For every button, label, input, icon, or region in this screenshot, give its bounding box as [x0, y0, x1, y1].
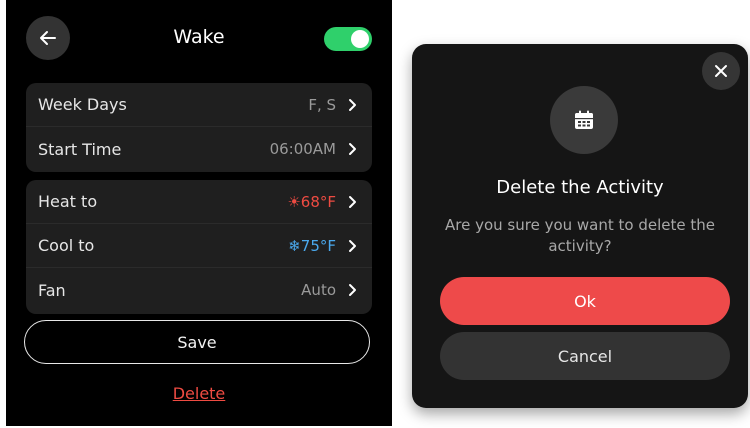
row-heat-to[interactable]: Heat to ☀68°F [26, 180, 372, 224]
delete-confirm-dialog: Delete the Activity Are you sure you wan… [412, 44, 748, 408]
cool-value: ❄75°F [288, 237, 336, 255]
row-label: Week Days [38, 95, 127, 114]
chevron-right-icon [348, 239, 358, 253]
chevron-right-icon [348, 98, 358, 112]
schedule-enabled-toggle[interactable] [324, 27, 372, 51]
calendar-icon [575, 110, 593, 129]
chevron-right-icon [348, 142, 358, 156]
close-icon [715, 65, 727, 77]
row-label: Heat to [38, 192, 98, 211]
toggle-knob [351, 30, 369, 48]
heat-temperature: 68°F [300, 192, 336, 211]
row-cool-to[interactable]: Cool to ❄75°F [26, 224, 372, 268]
delete-link[interactable]: Delete [6, 384, 392, 403]
row-label: Fan [38, 280, 66, 300]
heat-value: ☀68°F [287, 193, 336, 211]
row-value: 06:00AM [269, 140, 336, 158]
dialog-title: Delete the Activity [496, 177, 664, 198]
row-label: Start Time [38, 139, 122, 159]
climate-settings-group: Heat to ☀68°F Cool to ❄75°F Fan Auto [26, 180, 372, 314]
save-button[interactable]: Save [24, 320, 370, 364]
row-value: F, S [308, 95, 336, 114]
schedule-screen: Wake Week Days F, S Start Time 06:00AM H… [6, 0, 392, 426]
top-bar: Wake [6, 0, 392, 78]
close-button[interactable] [702, 52, 740, 90]
cancel-button[interactable]: Cancel [440, 332, 730, 380]
row-label: Cool to [38, 236, 95, 255]
sun-icon: ☀ [287, 192, 301, 211]
chevron-right-icon [348, 195, 358, 209]
calendar-badge [550, 86, 618, 154]
cool-temperature: 75°F [300, 236, 336, 255]
schedule-settings-group: Week Days F, S Start Time 06:00AM [26, 83, 372, 172]
ok-button[interactable]: Ok [440, 277, 730, 325]
row-fan[interactable]: Fan Auto [26, 268, 372, 312]
dialog-message: Are you sure you want to delete the acti… [445, 216, 715, 255]
snowflake-icon: ❄ [288, 236, 301, 255]
row-week-days[interactable]: Week Days F, S [26, 83, 372, 127]
row-start-time[interactable]: Start Time 06:00AM [26, 127, 372, 171]
chevron-right-icon [348, 283, 358, 297]
row-value: Auto [301, 281, 336, 299]
